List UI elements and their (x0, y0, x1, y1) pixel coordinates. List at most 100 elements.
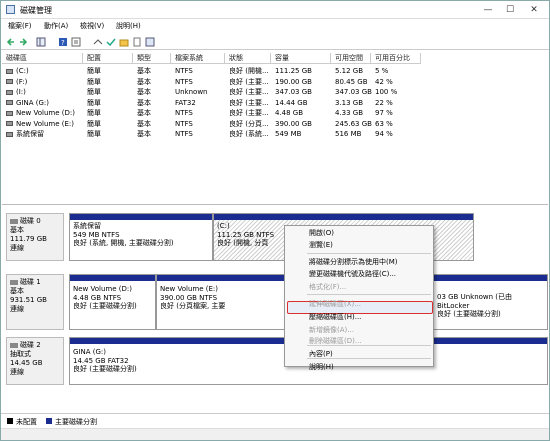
cell-text: 190.00 GB (275, 77, 312, 86)
cell-free-space: 80.45 GB (331, 77, 371, 87)
menu-help[interactable]: 說明(H) (116, 21, 141, 31)
disk-management-window: 磁碟管理 — ☐ ✕ 檔案(F) 動作(A) 檢視(V) 說明(H) ? 磁碟區… (0, 0, 550, 441)
partition-bar (157, 275, 285, 281)
context-menu: 開啟(O) 瀏覽(E) 將磁碟分割標示為使用中(M) 變更磁碟機代號及路徑(C)...… (284, 225, 434, 371)
forward-arrow-icon[interactable] (18, 37, 28, 47)
column-header-volume[interactable]: 磁碟區 (2, 53, 83, 64)
cell-percent-free: 63 % (371, 119, 421, 129)
menu-action[interactable]: 動作(A) (44, 21, 68, 31)
cell-percent-free: 42 % (371, 77, 421, 87)
disk-1-label[interactable]: 磁碟 1 基本 931.51 GB 連線 (6, 274, 64, 330)
cell-capacity: 4.48 GB (271, 108, 331, 118)
column-header-free-space[interactable]: 可用空間 (331, 53, 371, 64)
cell-text: 簡單 (87, 77, 101, 86)
menu-file[interactable]: 檔案(F) (8, 21, 32, 31)
cell-text: 基本 (137, 77, 151, 86)
menu-view[interactable]: 檢視(V) (80, 21, 104, 31)
volume-icon (6, 110, 13, 116)
cell-text: 簡單 (87, 109, 101, 117)
cell-text: 4.48 GB (275, 109, 304, 117)
table-row[interactable]: (F:) 簡單 基本 NTFS 良好 (主要... 190.00 GB 80.45 GB 42… (2, 77, 402, 87)
disk-icon (10, 342, 18, 348)
table-row[interactable]: (C:) 簡單 基本 NTFS 良好 (開機... 111.25 GB 5.12 GB 5 % (2, 66, 402, 76)
cell-text: 245.63 GB (335, 119, 372, 128)
cell-text: FAT32 (175, 98, 196, 107)
back-arrow-icon[interactable] (6, 37, 16, 47)
cell-text: 94 % (375, 130, 393, 138)
cell-capacity: 190.00 GB (271, 77, 331, 87)
column-header-layout[interactable]: 配置 (83, 53, 133, 64)
cell-volume: (F:) (2, 77, 83, 87)
volume-icon (6, 100, 13, 105)
disk-name: 磁碟 0 (20, 217, 41, 225)
console-tree-icon[interactable] (36, 37, 46, 47)
help-icon[interactable]: ? (58, 37, 68, 47)
cell-text: (I:) (16, 88, 26, 96)
cell-text: NTFS (175, 109, 193, 117)
cell-layout: 簡單 (83, 129, 133, 139)
cell-volume: 系統保留 (2, 129, 83, 139)
cell-layout: 簡單 (83, 66, 133, 76)
cell-type: 基本 (133, 129, 171, 139)
disk-size: 14.45 GB (10, 359, 43, 367)
cell-text: (F:) (16, 77, 28, 86)
partition-d-drive[interactable]: New Volume (D:) 4.48 GB NTFS 良好 (主要磁碟分割) (69, 274, 156, 330)
cell-filesystem: FAT32 (171, 98, 225, 108)
cell-type: 基本 (133, 119, 171, 129)
context-menu-item-shrink-volume[interactable]: 壓縮磁碟區(H)... (309, 312, 361, 323)
disk-type: 基本 (10, 287, 24, 295)
disk-status: 連線 (10, 244, 24, 252)
list-view-icon[interactable] (145, 37, 155, 47)
partition-e-drive[interactable]: New Volume (E:) 390.00 GB NTFS 良好 (分頁檔案,… (156, 274, 286, 330)
document-icon[interactable] (132, 37, 142, 47)
column-header-type[interactable]: 類型 (133, 53, 171, 64)
context-menu-item-explore[interactable]: 瀏覽(E) (309, 240, 333, 251)
context-menu-item-open[interactable]: 開啟(O) (309, 228, 334, 239)
cell-free-space: 5.12 GB (331, 66, 371, 76)
context-menu-item-help[interactable]: 說明(H) (309, 362, 334, 373)
column-header-filesystem[interactable]: 檔案系統 (171, 53, 225, 64)
cell-status: 良好 (開機... (225, 66, 271, 76)
table-row[interactable]: GINA (G:) 簡單 基本 FAT32 良好 (主要... 14.44 GB 3.13 … (2, 98, 402, 108)
cell-text: 5.12 GB (335, 67, 364, 75)
disk-type: 抽取式 (10, 350, 31, 358)
partition-name: 系統保留 (73, 222, 101, 230)
table-row[interactable]: New Volume (E:) 簡單 基本 NTFS 良好 (分頁... 390.00 G… (2, 119, 402, 129)
table-row[interactable]: New Volume (D:) 簡單 基本 NTFS 良好 (主要... 4.48 GB 4… (2, 108, 402, 118)
menu-bar: 檔案(F) 動作(A) 檢視(V) 說明(H) (1, 19, 549, 33)
volume-icon (6, 131, 13, 137)
disk-0-label[interactable]: 磁碟 0 基本 111.79 GB 連線 (6, 213, 64, 261)
legend-swatch-unallocated (7, 418, 13, 424)
table-row[interactable]: 系統保留 簡單 基本 NTFS 良好 (系統... 549 MB 516 MB 94 % (2, 129, 402, 139)
check-icon[interactable] (106, 37, 116, 47)
context-menu-item-extend-volume: 延伸磁碟區(X)... (309, 299, 361, 308)
cell-volume: (C:) (2, 66, 83, 76)
volume-list: 磁碟區 配置 類型 檔案系統 狀態 容量 可用空間 可用百分比 (C:) 簡單 基本… (2, 53, 548, 205)
disk-2-label[interactable]: 磁碟 2 抽取式 14.45 GB 連線 (6, 337, 64, 385)
column-header-percent-free[interactable]: 可用百分比 (371, 53, 421, 64)
column-header-status[interactable]: 狀態 (225, 53, 271, 64)
cell-layout: 簡單 (83, 77, 133, 87)
cell-text: 簡單 (87, 130, 101, 138)
cell-text: NTFS (175, 119, 193, 128)
cell-text: 良好 (主要... (229, 88, 269, 96)
table-row[interactable]: (I:) 簡單 基本 Unknown 良好 (主要... 347.03 GB 347.03 … (2, 87, 402, 97)
properties-icon[interactable] (71, 37, 81, 47)
cell-text: GINA (G:) (16, 98, 49, 107)
context-menu-item-change-drive-letter[interactable]: 變更磁碟機代號及路徑(C)... (309, 269, 396, 280)
maximize-button[interactable]: ☐ (501, 3, 519, 17)
cell-volume: New Volume (D:) (2, 108, 83, 118)
cell-text: 良好 (系統... (229, 130, 269, 138)
column-header-capacity[interactable]: 容量 (271, 53, 331, 64)
cell-volume: New Volume (E:) (2, 119, 83, 129)
title-bar: 磁碟管理 — ☐ ✕ (1, 1, 549, 19)
folder-icon[interactable] (119, 37, 129, 47)
cell-text: 549 MB (275, 130, 302, 138)
close-button[interactable]: ✕ (525, 3, 543, 17)
cell-text: 42 % (375, 77, 393, 86)
cell-status: 良好 (主要... (225, 108, 271, 118)
minimize-button[interactable]: — (479, 3, 497, 17)
connect-icon[interactable] (93, 37, 103, 47)
context-menu-item-mark-active[interactable]: 將磁碟分割標示為使用中(M) (309, 257, 398, 268)
partition-system-reserved[interactable]: 系統保留 549 MB NTFS 良好 (系統, 開機, 主要磁碟分割) (69, 213, 213, 261)
